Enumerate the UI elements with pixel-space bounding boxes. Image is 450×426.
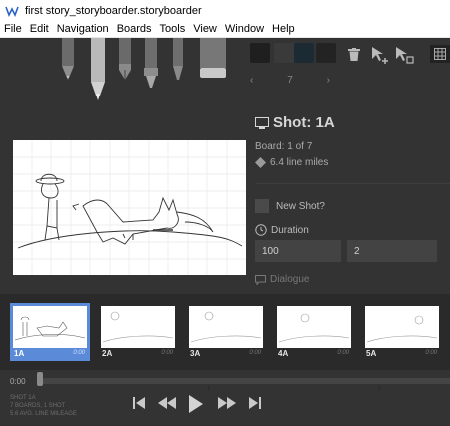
- brush-size-control[interactable]: ‹ 7 ›: [248, 75, 338, 86]
- eraser-tool[interactable]: [196, 38, 232, 80]
- dialogue-label: Dialogue: [255, 274, 309, 285]
- thumbnail-duration: 0:00: [249, 350, 261, 356]
- color-swatch-1[interactable]: [250, 43, 270, 63]
- chevron-right-icon[interactable]: ›: [327, 75, 330, 86]
- menu-tools[interactable]: Tools: [156, 23, 190, 35]
- menu-navigation[interactable]: Navigation: [53, 23, 113, 35]
- thumbnail-label: 3A: [190, 349, 201, 358]
- line-miles-text: 6.4 line miles: [270, 157, 329, 168]
- thumbnail-duration: 0:00: [425, 350, 437, 356]
- color-swatch-2[interactable]: [274, 43, 294, 63]
- menu-help[interactable]: Help: [268, 23, 299, 35]
- board-timeline: 1A 0:00 2A 0:00 3A 0:00 4A 0:00 5A 0:00: [0, 294, 450, 370]
- board-count: Board: 1 of 7: [255, 141, 313, 152]
- board-thumbnail-image: [13, 306, 87, 348]
- thumbnail-duration: 0:00: [337, 350, 349, 356]
- menu-bar: File Edit Navigation Boards Tools View W…: [0, 21, 450, 38]
- menu-window[interactable]: Window: [221, 23, 268, 35]
- rewind-icon[interactable]: [156, 392, 178, 414]
- new-shot-checkbox[interactable]: [255, 199, 269, 213]
- new-shot-toggle[interactable]: New Shot?: [255, 199, 325, 213]
- board-thumbnail-1a[interactable]: 1A 0:00: [10, 303, 90, 361]
- thumbnail-duration: 0:00: [73, 350, 85, 356]
- chevron-left-icon[interactable]: ‹: [250, 75, 253, 86]
- duplicate-board-icon[interactable]: [393, 44, 415, 66]
- pen-tool[interactable]: [114, 38, 136, 84]
- light-pencil-tool[interactable]: [56, 38, 80, 82]
- sketch-drawing: [13, 140, 246, 275]
- scrubber-track[interactable]: [40, 378, 450, 391]
- diamond-icon: [255, 157, 266, 168]
- duration-label-text: Duration: [271, 224, 309, 236]
- color-swatch-4[interactable]: [316, 43, 336, 63]
- scrubber-segments: [208, 385, 380, 391]
- stats-mileage: 5.6 AVG. LINE MILEAGE: [10, 411, 77, 417]
- color-palette: [248, 43, 338, 70]
- board-thumbnail-2a[interactable]: 2A 0:00: [98, 303, 178, 361]
- brush-size-value: 7: [287, 75, 293, 86]
- shot-title-text: Shot: 1A: [273, 114, 335, 131]
- skip-to-start-icon[interactable]: [128, 392, 150, 414]
- app-icon: [5, 4, 19, 18]
- board-thumbnail-image: [189, 306, 263, 348]
- menu-edit[interactable]: Edit: [26, 23, 53, 35]
- drawing-canvas[interactable]: [13, 140, 246, 275]
- board-thumbnail-3a[interactable]: 3A 0:00: [186, 303, 266, 361]
- duration-frames-field[interactable]: 2: [347, 240, 437, 262]
- board-thumbnail-image: [365, 306, 439, 348]
- fast-forward-icon[interactable]: [216, 392, 238, 414]
- scrubber-handle[interactable]: [37, 372, 43, 386]
- stats-boards: 7 BOARDS, 1 SHOT: [10, 403, 66, 409]
- board-thumbnail-image: [101, 306, 175, 348]
- board-thumbnail-5a[interactable]: 5A 0:00: [362, 303, 442, 361]
- color-swatch-3[interactable]: [294, 43, 314, 63]
- play-icon[interactable]: [184, 392, 208, 416]
- thumbnail-label: 1A: [14, 349, 25, 358]
- pencil-tool[interactable]: [86, 38, 110, 102]
- add-board-icon[interactable]: [369, 44, 391, 66]
- thumbnail-label: 2A: [102, 349, 113, 358]
- note-pen-tool[interactable]: [168, 38, 188, 84]
- board-thumbnail-4a[interactable]: 4A 0:00: [274, 303, 354, 361]
- grid-icon[interactable]: [430, 45, 450, 63]
- drawing-tools: [50, 38, 240, 108]
- thumbnail-duration: 0:00: [161, 350, 173, 356]
- skip-to-end-icon[interactable]: [244, 392, 266, 414]
- stats-shot: SHOT 1A: [10, 395, 36, 401]
- dialogue-label-text: Dialogue: [270, 274, 310, 285]
- trash-icon[interactable]: [347, 46, 361, 62]
- duration-ms-field[interactable]: 100: [255, 240, 341, 262]
- brush-tool[interactable]: [140, 38, 162, 92]
- clock-icon: [255, 224, 267, 236]
- thumbnail-label: 5A: [366, 349, 377, 358]
- monitor-icon: [255, 116, 269, 129]
- playback-controls: [128, 392, 268, 418]
- project-stats: SHOT 1A 7 BOARDS, 1 SHOT 5.6 AVG. LINE M…: [10, 394, 77, 418]
- menu-boards[interactable]: Boards: [113, 23, 156, 35]
- thumbnail-label: 4A: [278, 349, 289, 358]
- playback-time: 0:00: [10, 377, 26, 386]
- title-bar: first story_storyboarder.storyboarder: [0, 0, 450, 21]
- board-thumbnail-image: [277, 306, 351, 348]
- menu-file[interactable]: File: [0, 23, 26, 35]
- window-title: first story_storyboarder.storyboarder: [25, 4, 202, 17]
- line-miles: 6.4 line miles: [255, 157, 328, 168]
- new-shot-label: New Shot?: [276, 200, 325, 212]
- duration-label: Duration: [255, 224, 309, 236]
- menu-view[interactable]: View: [189, 23, 221, 35]
- main-area: ‹ 7 › Shot: 1A Board: 1 of 7 6.4 line mi…: [0, 38, 450, 426]
- speech-bubble-icon: [255, 274, 266, 285]
- divider: [255, 183, 450, 184]
- shot-title: Shot: 1A: [255, 114, 335, 131]
